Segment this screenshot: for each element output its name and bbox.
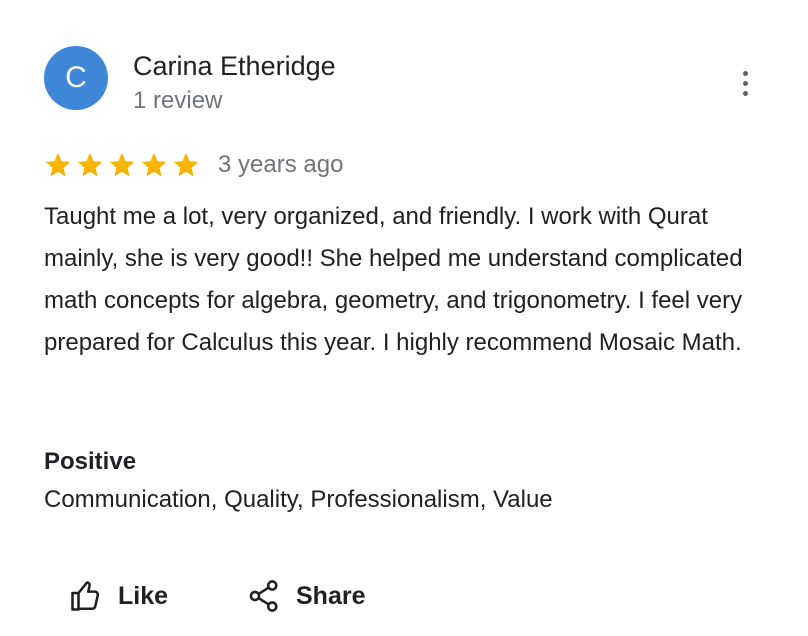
- like-label: Like: [118, 581, 169, 610]
- star-icon: [45, 153, 71, 177]
- positive-heading: Positive: [44, 448, 137, 475]
- share-button[interactable]: Share: [246, 574, 365, 618]
- review-text: Taught me a lot, very organized, and fri…: [44, 203, 743, 356]
- thumbs-up-icon: [71, 581, 100, 611]
- review-date: 3 years ago: [218, 151, 344, 178]
- star-rating: [44, 151, 204, 179]
- more-options-button[interactable]: [730, 66, 762, 102]
- more-vertical-icon: [743, 71, 748, 76]
- review-card: C Carina Etheridge 1 review 3 years ago …: [0, 0, 808, 636]
- star-icon: [77, 153, 103, 177]
- star-icon: [141, 153, 167, 177]
- more-vertical-icon-dot: [743, 91, 748, 96]
- avatar[interactable]: C: [44, 46, 108, 110]
- share-icon: [249, 580, 278, 612]
- rating-row: 3 years ago: [44, 148, 343, 182]
- positive-values: Communication, Quality, Professionalism,…: [44, 486, 553, 513]
- star-icon: [173, 153, 199, 177]
- star-icon: [109, 153, 135, 177]
- author-name[interactable]: Carina Etheridge: [133, 50, 336, 82]
- review-count[interactable]: 1 review: [133, 86, 222, 116]
- like-button[interactable]: Like: [68, 574, 168, 618]
- share-label: Share: [296, 581, 366, 610]
- more-vertical-icon-dot: [743, 81, 748, 86]
